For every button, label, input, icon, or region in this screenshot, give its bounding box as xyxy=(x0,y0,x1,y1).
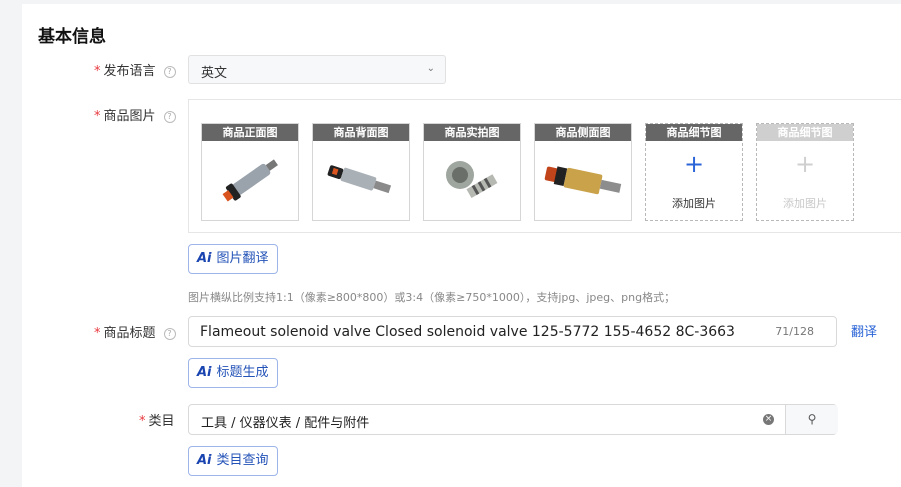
image-caption: 商品细节图 xyxy=(646,124,742,141)
ai-icon: Ai xyxy=(197,453,212,468)
product-title-value: Flameout solenoid valve Closed solenoid … xyxy=(200,324,735,340)
image-slot-real[interactable]: 商品实拍图 xyxy=(423,123,521,221)
search-icon: ⚲ xyxy=(807,412,817,426)
language-label-row: * 发布语言? xyxy=(94,60,176,79)
images-label: 商品图片 xyxy=(103,109,156,124)
image-slot-side[interactable]: 商品侧面图 xyxy=(534,123,632,221)
ai-icon: Ai xyxy=(197,251,212,266)
image-caption: 商品实拍图 xyxy=(424,124,520,141)
category-label: 类目 xyxy=(148,414,175,429)
clear-icon[interactable]: × xyxy=(763,414,774,425)
title-generate-label: 标题生成 xyxy=(216,365,269,380)
required-marker: * xyxy=(139,414,146,429)
image-slot-back[interactable]: 商品背面图 xyxy=(312,123,410,221)
add-image-slot-detail[interactable]: 商品细节图 + 添加图片 xyxy=(645,123,743,221)
category-label-row: * 类目 xyxy=(139,410,175,429)
plus-icon: + xyxy=(683,150,705,178)
image-caption: 商品背面图 xyxy=(313,124,409,141)
image-slot-front[interactable]: 商品正面图 xyxy=(201,123,299,221)
image-hint: 图片横纵比例支持1:1（像素≥800*800）或3:4（像素≥750*1000）… xyxy=(188,291,676,304)
images-label-row: * 商品图片? xyxy=(94,105,176,124)
category-query-button[interactable]: Ai 类目查询 xyxy=(188,446,278,476)
help-icon[interactable]: ? xyxy=(163,65,176,78)
add-image-slot-detail-disabled: 商品细节图 + 添加图片 xyxy=(756,123,854,221)
category-input[interactable]: 工具 / 仪器仪表 / 配件与附件 × ⚲ xyxy=(188,404,838,435)
translate-link[interactable]: 翻译 xyxy=(851,321,877,340)
title-label-row: * 商品标题? xyxy=(94,322,176,341)
help-icon[interactable]: ? xyxy=(163,110,176,123)
required-marker: * xyxy=(94,326,101,341)
title-generate-button[interactable]: Ai 标题生成 xyxy=(188,358,278,388)
image-caption: 商品正面图 xyxy=(202,124,298,141)
image-caption: 商品侧面图 xyxy=(535,124,631,141)
category-query-label: 类目查询 xyxy=(216,453,269,468)
image-caption: 商品细节图 xyxy=(757,124,853,141)
category-value: 工具 / 仪器仪表 / 配件与附件 xyxy=(201,416,370,431)
required-marker: * xyxy=(94,109,101,124)
add-image-label: 添加图片 xyxy=(783,197,827,210)
product-image xyxy=(544,166,622,195)
language-select[interactable]: 英文 ⌄ xyxy=(188,55,446,84)
add-image-label: 添加图片 xyxy=(672,197,716,210)
product-image xyxy=(222,159,278,202)
ai-icon: Ai xyxy=(197,365,212,380)
chevron-down-icon: ⌄ xyxy=(426,63,435,74)
language-value: 英文 xyxy=(201,66,228,81)
section-title: 基本信息 xyxy=(38,27,106,47)
language-label: 发布语言 xyxy=(103,64,156,79)
help-icon[interactable]: ? xyxy=(163,327,176,340)
image-translate-label: 图片翻译 xyxy=(216,251,269,266)
search-button[interactable]: ⚲ xyxy=(785,405,838,434)
title-label: 商品标题 xyxy=(103,326,156,341)
product-image xyxy=(446,161,498,198)
image-translate-button[interactable]: Ai 图片翻译 xyxy=(188,244,278,274)
required-marker: * xyxy=(94,64,101,79)
plus-icon: + xyxy=(794,150,816,178)
product-title-input[interactable]: Flameout solenoid valve Closed solenoid … xyxy=(188,316,837,347)
product-image xyxy=(327,165,392,194)
char-count: 71/128 xyxy=(775,325,814,338)
